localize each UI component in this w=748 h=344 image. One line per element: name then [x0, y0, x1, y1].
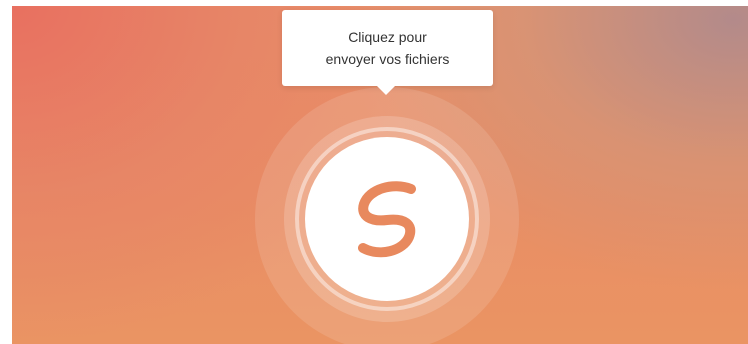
- tooltip-arrow: [376, 85, 396, 95]
- upload-hero: Cliquez pour envoyer vos fichiers: [12, 6, 748, 344]
- upload-tooltip: Cliquez pour envoyer vos fichiers: [282, 10, 493, 86]
- tooltip-line-2: envoyer vos fichiers: [325, 51, 450, 67]
- upload-files-button[interactable]: [305, 137, 469, 301]
- tooltip-line-1: Cliquez pour: [348, 29, 427, 45]
- page-frame: Cliquez pour envoyer vos fichiers: [0, 0, 748, 344]
- swisstransfer-logo-icon: [358, 181, 416, 258]
